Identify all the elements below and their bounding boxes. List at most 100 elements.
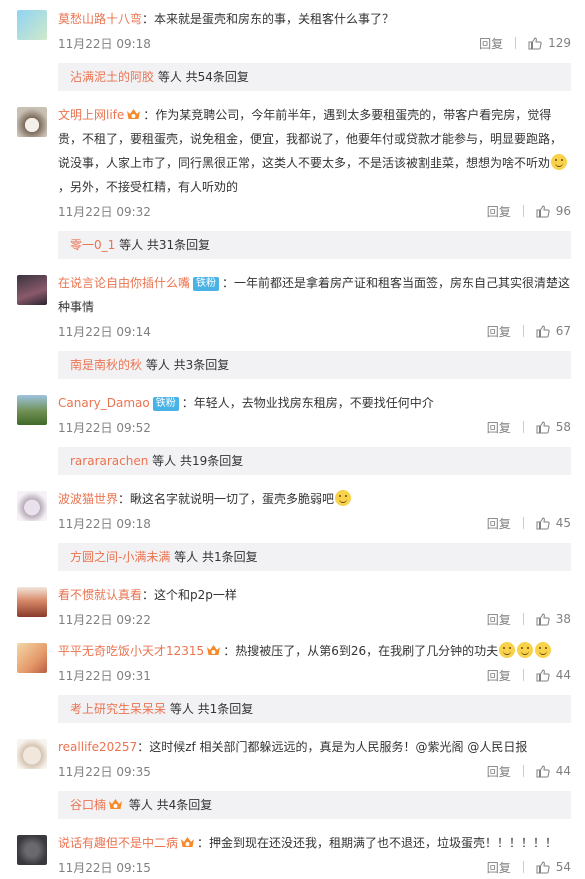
comment-meta: 11月22日 09:35 回复 44 bbox=[58, 759, 571, 783]
vip-icon bbox=[109, 799, 123, 809]
reply-button[interactable]: 回复 bbox=[487, 763, 511, 780]
like-button[interactable]: 45 bbox=[536, 516, 571, 530]
comment-item: 波波猫世界：瞅这名字就说明一切了，蛋壳多脆弱吧 11月22日 09:18 回复 … bbox=[0, 485, 585, 571]
username-link[interactable]: 文明上网life bbox=[58, 108, 124, 122]
vip-icon bbox=[207, 645, 221, 655]
like-button[interactable]: 58 bbox=[536, 420, 571, 434]
thumbs-up-icon bbox=[528, 36, 542, 49]
divider bbox=[522, 205, 524, 217]
divider bbox=[522, 517, 524, 529]
thumbs-up-icon bbox=[536, 204, 550, 217]
comment-meta: 11月22日 09:32 回复 96 bbox=[58, 199, 571, 223]
like-button[interactable]: 38 bbox=[536, 612, 571, 626]
comment-item: 平平无奇吃饭小天才12315 ：热搜被压了，从第6到26，在我刷了几分钟的功夫 1… bbox=[0, 637, 585, 723]
timestamp: 11月22日 09:14 bbox=[58, 324, 151, 339]
reply-summary[interactable]: 考上研究生呆呆呆 等人 共1条回复 bbox=[58, 695, 571, 723]
comment-text: 看不惯就认真看：这个和p2p一样 bbox=[58, 588, 237, 602]
reply-summary[interactable]: 沾满泥土的阿胶 等人 共54条回复 bbox=[58, 63, 571, 91]
like-count: 44 bbox=[555, 764, 571, 778]
timestamp: 11月22日 09:22 bbox=[58, 612, 151, 627]
reply-button[interactable]: 回复 bbox=[487, 323, 511, 340]
reply-summary[interactable]: 谷口楠 等人 共4条回复 bbox=[58, 791, 571, 819]
avatar[interactable] bbox=[17, 643, 47, 673]
like-count: 54 bbox=[555, 860, 571, 874]
divider bbox=[522, 669, 524, 681]
divider bbox=[522, 325, 524, 337]
like-button[interactable]: 54 bbox=[536, 860, 571, 874]
reply-summary[interactable]: 南是南秋的秋 等人 共3条回复 bbox=[58, 351, 571, 379]
avatar[interactable] bbox=[17, 739, 47, 769]
thumbs-up-icon bbox=[536, 612, 550, 625]
avatar[interactable] bbox=[17, 275, 47, 305]
comment-text: reallife20257：这时候zf 相关部门都躲远远的，真是为人民服务！@紫… bbox=[58, 740, 528, 754]
smile-emoji-icon bbox=[517, 642, 534, 658]
reply-button[interactable]: 回复 bbox=[487, 667, 511, 684]
username-link[interactable]: Canary_Damao bbox=[58, 396, 150, 410]
divider bbox=[522, 613, 524, 625]
reply-button[interactable]: 回复 bbox=[479, 35, 503, 52]
divider bbox=[522, 765, 524, 777]
timestamp: 11月22日 09:18 bbox=[58, 516, 151, 531]
like-button[interactable]: 67 bbox=[536, 324, 571, 338]
comment-meta: 11月22日 09:52 回复 58 bbox=[58, 415, 571, 439]
comment-text: 文明上网life ：作为某竞聘公司，今年前半年，遇到太多要租蛋壳的，带客户看完房，… bbox=[58, 101, 571, 199]
username-link[interactable]: 波波猫世界 bbox=[58, 492, 118, 506]
thumbs-up-icon bbox=[536, 860, 550, 873]
username-link[interactable]: 说话有趣但不是中二病 bbox=[58, 836, 178, 850]
comment-text: 说话有趣但不是中二病 ：押金到现在还没还我，租期满了也不退还，垃圾蛋壳！！！！！！ bbox=[58, 836, 558, 850]
avatar[interactable] bbox=[17, 395, 47, 425]
reply-button[interactable]: 回复 bbox=[487, 611, 511, 628]
divider bbox=[522, 861, 524, 873]
username-link[interactable]: reallife20257 bbox=[58, 740, 137, 754]
comment-meta: 11月22日 09:22 回复 38 bbox=[58, 607, 571, 631]
comment-list: 莫愁山路十八弯：本来就是蛋壳和房东的事，关租客什么事了？ 11月22日 09:1… bbox=[0, 0, 585, 879]
timestamp: 11月22日 09:15 bbox=[58, 860, 151, 875]
divider bbox=[522, 421, 524, 433]
like-count: 58 bbox=[555, 420, 571, 434]
thumbs-up-icon bbox=[536, 668, 550, 681]
comment-item: 在说言论自由你插什么嘴 铁粉 ：一年前都还是拿着房产证和租客当面签，房东自己其实很清… bbox=[0, 269, 585, 379]
like-button[interactable]: 44 bbox=[536, 764, 571, 778]
thumbs-up-icon bbox=[536, 516, 550, 529]
reply-summary[interactable]: rarararachen 等人 共19条回复 bbox=[58, 447, 571, 475]
vip-icon bbox=[127, 109, 141, 119]
comment-item: 说话有趣但不是中二病 ：押金到现在还没还我，租期满了也不退还，垃圾蛋壳！！！！！！… bbox=[0, 829, 585, 879]
comment-meta: 11月22日 09:15 回复 54 bbox=[58, 855, 571, 879]
comment-text: 莫愁山路十八弯：本来就是蛋壳和房东的事，关租客什么事了？ bbox=[58, 12, 395, 26]
username-link[interactable]: 莫愁山路十八弯 bbox=[58, 12, 142, 26]
comment-meta: 11月22日 09:31 回复 44 bbox=[58, 663, 571, 687]
smile-emoji-icon bbox=[499, 642, 516, 658]
reply-button[interactable]: 回复 bbox=[487, 419, 511, 436]
comment-text: Canary_Damao 铁粉 ：年轻人，去物业找房东租房，不要找任何中介 bbox=[58, 396, 434, 411]
avatar[interactable] bbox=[17, 10, 47, 40]
fan-badge: 铁粉 bbox=[193, 277, 220, 291]
avatar[interactable] bbox=[17, 835, 47, 865]
username-link[interactable]: 平平无奇吃饭小天才12315 bbox=[58, 644, 204, 658]
avatar[interactable] bbox=[17, 587, 47, 617]
like-button[interactable]: 129 bbox=[528, 36, 571, 50]
comment-text: 波波猫世界：瞅这名字就说明一切了，蛋壳多脆弱吧 bbox=[58, 485, 571, 511]
reply-button[interactable]: 回复 bbox=[487, 203, 511, 220]
comment-item: 莫愁山路十八弯：本来就是蛋壳和房东的事，关租客什么事了？ 11月22日 09:1… bbox=[0, 0, 585, 91]
like-count: 44 bbox=[555, 668, 571, 682]
timestamp: 11月22日 09:18 bbox=[58, 36, 151, 51]
reply-summary[interactable]: 方圆之间-小满未满 等人 共1条回复 bbox=[58, 543, 571, 571]
reply-summary[interactable]: 零一0_1 等人 共31条回复 bbox=[58, 231, 571, 259]
avatar[interactable] bbox=[17, 491, 47, 521]
comment-text: 平平无奇吃饭小天才12315 ：热搜被压了，从第6到26，在我刷了几分钟的功夫 bbox=[58, 637, 571, 663]
reply-button[interactable]: 回复 bbox=[487, 859, 511, 876]
emoji-icon bbox=[335, 490, 352, 506]
comment-text: 在说言论自由你插什么嘴 铁粉 ：一年前都还是拿着房产证和租客当面签，房东自己其实很清… bbox=[58, 276, 571, 314]
username-link[interactable]: 看不惯就认真看 bbox=[58, 588, 142, 602]
comment-item: 文明上网life ：作为某竞聘公司，今年前半年，遇到太多要租蛋壳的，带客户看完房，… bbox=[0, 101, 585, 259]
like-button[interactable]: 96 bbox=[536, 204, 571, 218]
username-link[interactable]: 在说言论自由你插什么嘴 bbox=[58, 276, 190, 290]
like-count: 96 bbox=[555, 204, 571, 218]
like-button[interactable]: 44 bbox=[536, 668, 571, 682]
comment-item: reallife20257：这时候zf 相关部门都躲远远的，真是为人民服务！@紫… bbox=[0, 733, 585, 819]
avatar[interactable] bbox=[17, 107, 47, 137]
timestamp: 11月22日 09:35 bbox=[58, 764, 151, 779]
comment-meta: 11月22日 09:18 回复 45 bbox=[58, 511, 571, 535]
timestamp: 11月22日 09:32 bbox=[58, 204, 151, 219]
reply-button[interactable]: 回复 bbox=[487, 515, 511, 532]
